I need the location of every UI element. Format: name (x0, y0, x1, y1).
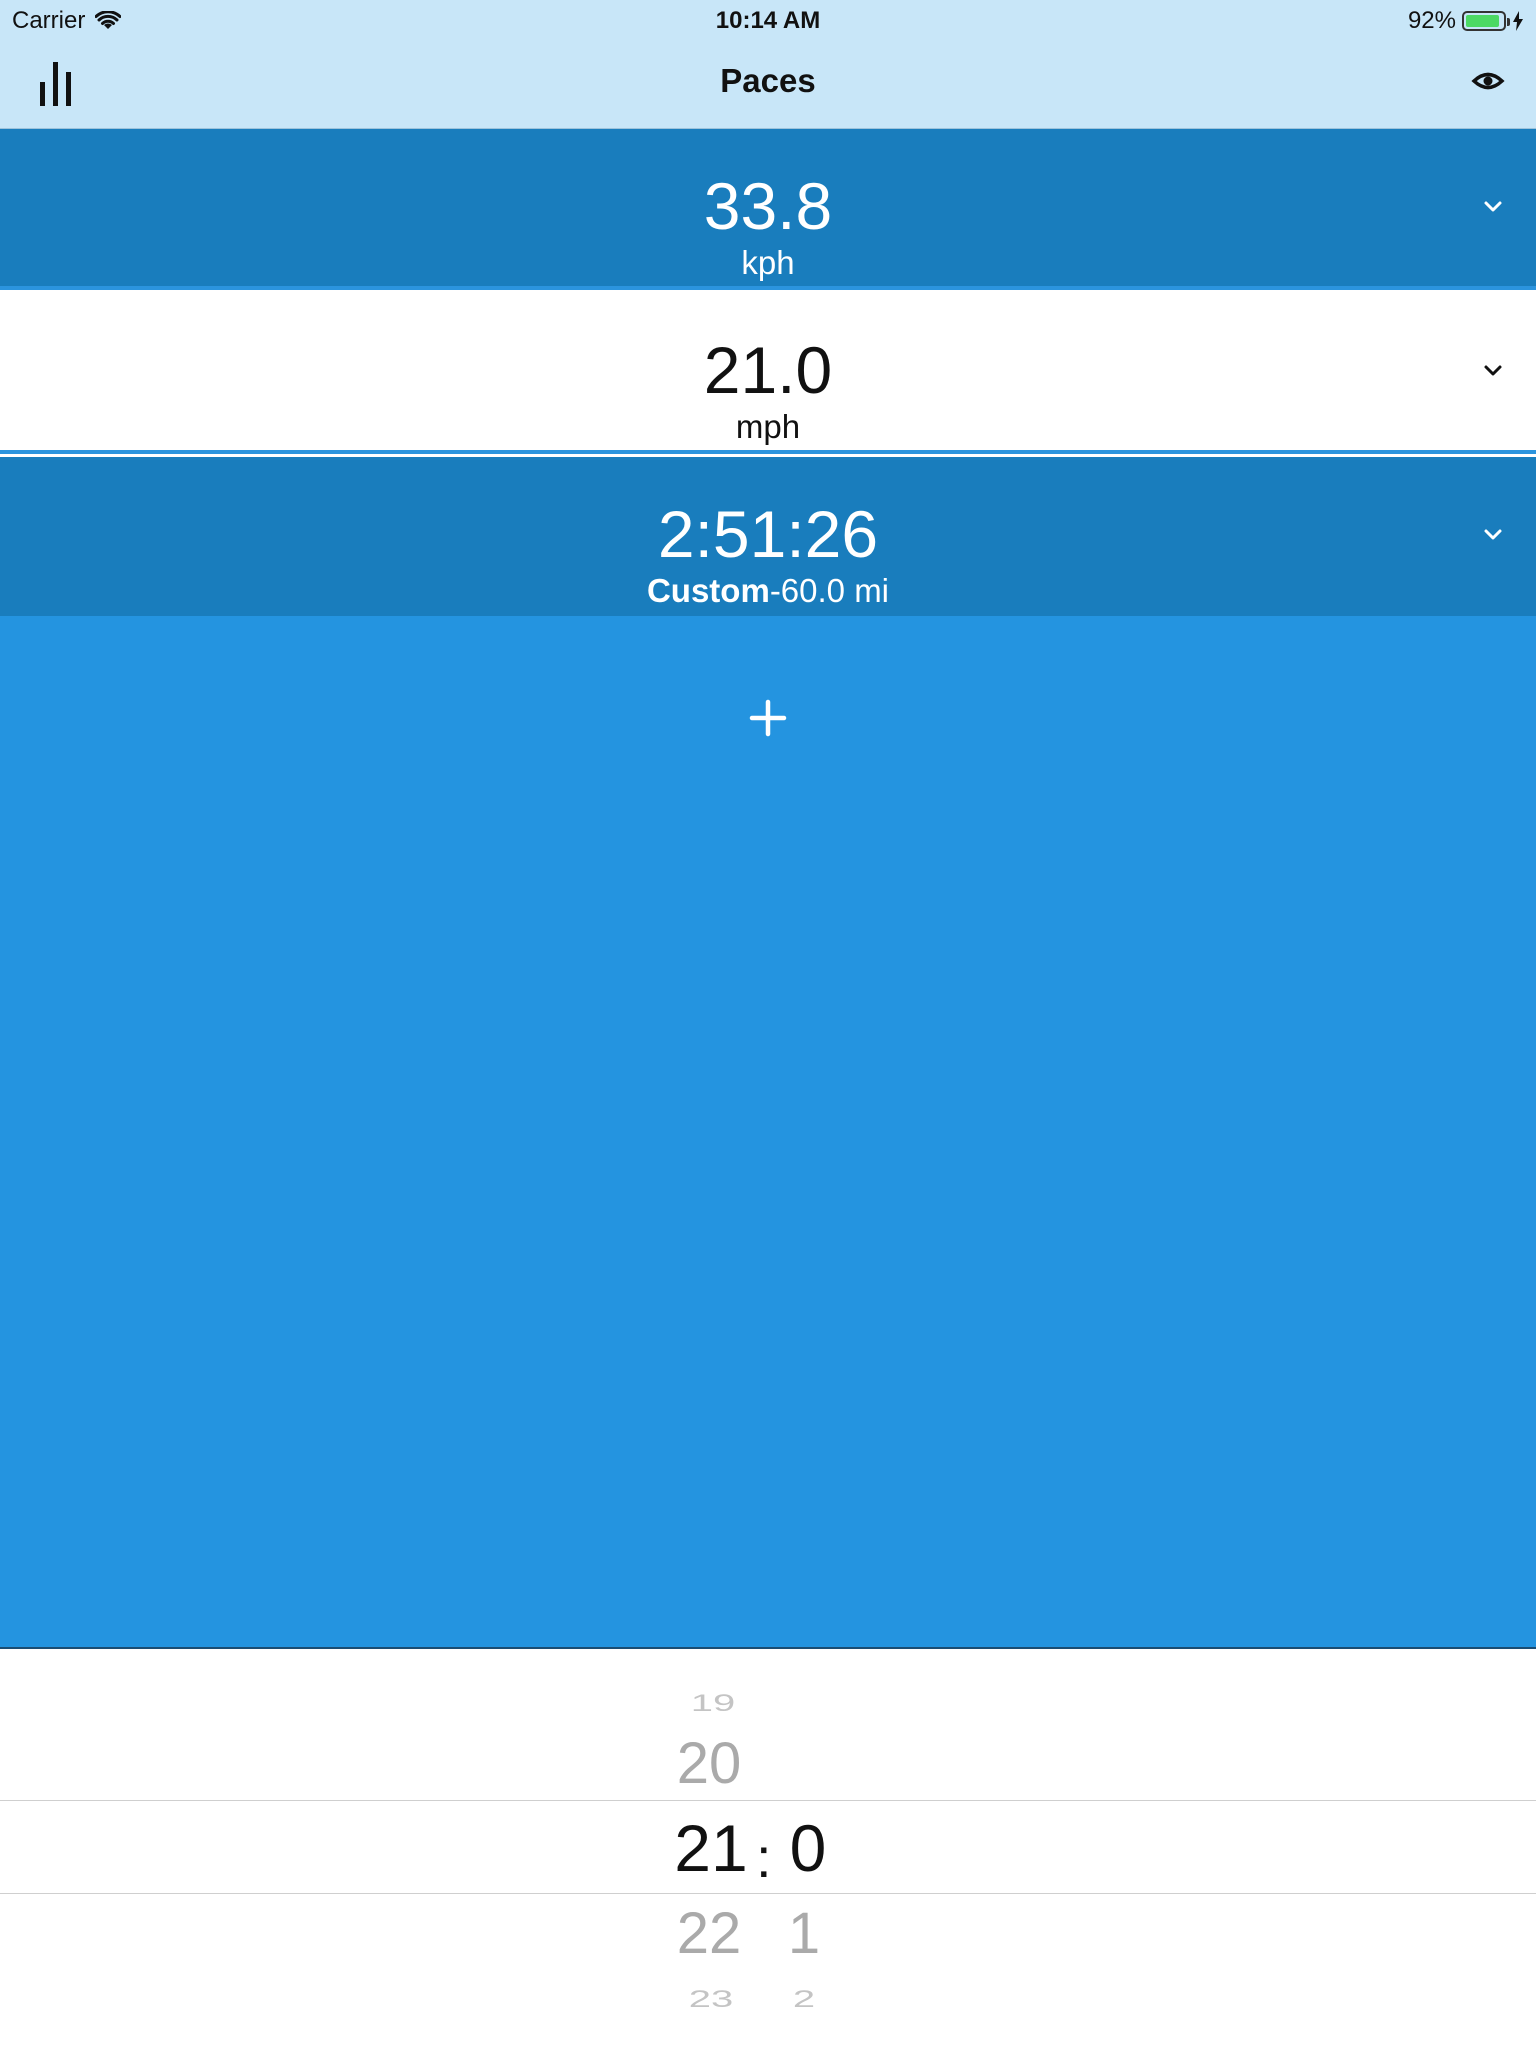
plus-icon[interactable]: + (738, 688, 798, 748)
battery-nub (1507, 18, 1510, 26)
picker-selection-line-top (0, 1800, 1536, 1801)
status-time: 10:14 AM (715, 7, 821, 34)
picker-selection-line-bottom (0, 1893, 1536, 1894)
picker-minutes-option[interactable]: 2 (744, 1987, 864, 2011)
chevron-down-icon[interactable] (1478, 355, 1508, 385)
status-bar: Carrier 10:14 AM 92% (0, 0, 1536, 40)
pace-row-mph[interactable]: 21.0 mph (0, 293, 1536, 454)
picker-minutes-selected[interactable]: 0 (748, 1815, 868, 1881)
battery-percent: 92% (1407, 7, 1456, 34)
value-picker[interactable]: 19 20 21 22 23 : 0 1 2 (0, 1649, 1536, 2048)
status-right: 92% (1408, 7, 1524, 35)
row-value: 21.0 (703, 333, 833, 407)
row-value: 33.8 (703, 169, 833, 243)
battery-icon (1462, 11, 1510, 31)
picker-minutes-option[interactable]: 1 (744, 1905, 864, 1963)
row-unit: kph (741, 244, 795, 281)
chevron-down-icon[interactable] (1478, 191, 1508, 221)
row-unit: Custom-60.0 mi (0, 573, 1536, 609)
row-unit: mph (735, 408, 801, 445)
charging-bolt-icon (1513, 11, 1523, 31)
custom-distance: -60.0 mi (769, 572, 890, 609)
pace-row-custom[interactable]: 2:51:26 Custom-60.0 mi (0, 457, 1536, 616)
content-area: + (0, 616, 1536, 1649)
picker-hours-option[interactable]: 20 (649, 1735, 769, 1793)
battery-fill (1466, 15, 1499, 27)
chevron-down-icon[interactable] (1478, 519, 1508, 549)
custom-label: Custom (646, 572, 770, 609)
page-title: Paces (720, 62, 816, 99)
picker-hours-option[interactable]: 19 (653, 1691, 773, 1715)
eye-icon[interactable] (1468, 66, 1508, 96)
top-bar: Carrier 10:14 AM 92% Paces (0, 0, 1536, 129)
pace-row-kph[interactable]: 33.8 kph (0, 129, 1536, 290)
navigation-bar: Paces (0, 40, 1536, 128)
row-value: 2:51:26 (657, 497, 879, 571)
